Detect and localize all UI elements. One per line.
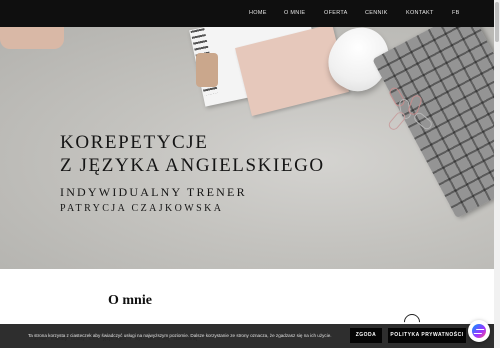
about-title: O mnie [108, 293, 152, 308]
cookie-consent-bar: Ta strona korzysta z ciasteczek aby świa… [0, 324, 494, 348]
cookie-text: Ta strona korzysta z ciasteczek aby świa… [28, 333, 332, 338]
hero-text: KOREPETYCJE Z JĘZYKA ANGIELSKIEGO INDYWI… [60, 131, 325, 214]
hero-title-line-2: Z JĘZYKA ANGIELSKIEGO [60, 155, 325, 176]
nav-item-oferta[interactable]: OFERTA [324, 0, 348, 27]
scrollbar-thumb[interactable] [495, 2, 499, 42]
hero-title-line-1: KOREPETYCJE [60, 132, 209, 153]
nav-item-o-mnie[interactable]: O MNIE [284, 0, 305, 27]
messenger-bolt-icon [473, 329, 485, 334]
page-scrollbar[interactable] [494, 0, 500, 348]
hero-section: KOREPETYCJE Z JĘZYKA ANGIELSKIEGO INDYWI… [0, 27, 494, 269]
wallet-decoration [0, 27, 64, 49]
watch-decoration [196, 53, 218, 87]
top-navigation: HOME O MNIE OFERTA CENNIK KONTAKT FB [0, 0, 494, 27]
privacy-policy-button[interactable]: POLITYKA PRYWATNOŚCI [388, 328, 466, 343]
cookie-accept-button[interactable]: ZGODA [350, 328, 382, 343]
messenger-chat-button[interactable] [468, 320, 490, 342]
nav-item-home[interactable]: HOME [249, 0, 267, 27]
messenger-icon [472, 324, 486, 338]
nav-item-fb[interactable]: FB [452, 0, 460, 27]
page: HOME O MNIE OFERTA CENNIK KONTAKT FB KOR… [0, 0, 500, 348]
hero-name: PATRYCJA CZAJKOWSKA [60, 203, 224, 214]
nav-item-kontakt[interactable]: KONTAKT [406, 0, 434, 27]
nav-item-cennik[interactable]: CENNIK [365, 0, 388, 27]
hero-subtitle: INDYWIDUALNY TRENER [60, 185, 247, 199]
